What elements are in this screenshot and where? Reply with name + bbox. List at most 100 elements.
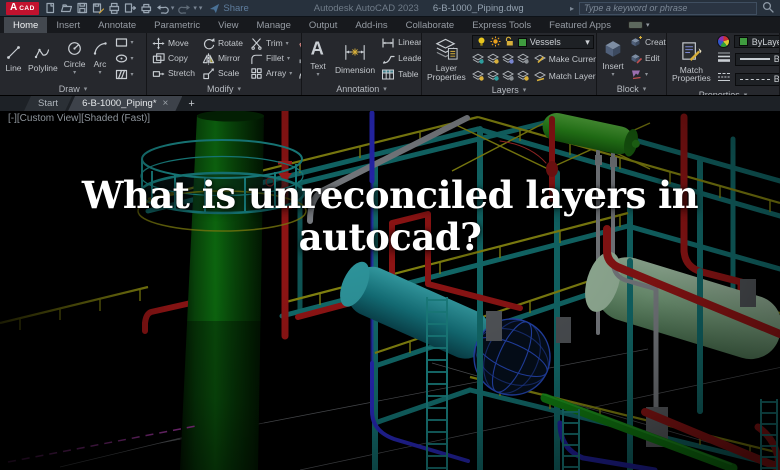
insert-block-icon bbox=[602, 37, 624, 61]
scale-button[interactable]: Scale bbox=[202, 66, 243, 80]
edit-block-button[interactable]: Edit bbox=[630, 51, 666, 65]
leader-button[interactable]: Leader▾ bbox=[381, 51, 421, 65]
circle-button[interactable]: Circle ▾ bbox=[64, 40, 86, 76]
trim-button[interactable]: Trim ▾ bbox=[250, 36, 292, 50]
make-current-button[interactable]: Make Current bbox=[533, 52, 596, 66]
print-icon[interactable] bbox=[140, 2, 152, 14]
linetype-dropdown[interactable]: ByLayer bbox=[734, 72, 779, 86]
layer-state-icon-1[interactable] bbox=[471, 52, 484, 66]
match-layer-button[interactable]: Match Layer bbox=[533, 69, 596, 83]
svg-text:A: A bbox=[311, 38, 324, 59]
tab-collaborate[interactable]: Collaborate bbox=[397, 17, 464, 33]
insert-block-button[interactable]: Insert ▾ bbox=[602, 37, 624, 78]
match-properties-icon bbox=[680, 40, 703, 65]
export-icon[interactable] bbox=[124, 2, 136, 14]
redo-button[interactable] bbox=[178, 2, 191, 14]
tab-insert[interactable]: Insert bbox=[47, 17, 89, 33]
new-file-icon[interactable] bbox=[44, 2, 56, 14]
match-properties-button[interactable]: Match Properties bbox=[672, 40, 711, 84]
mirror-button[interactable]: Mirror bbox=[202, 51, 243, 65]
move-button[interactable]: Move bbox=[152, 36, 195, 50]
leader-icon bbox=[383, 55, 395, 64]
create-block-button[interactable]: Create bbox=[630, 35, 666, 49]
layer-state-icon-2[interactable] bbox=[486, 52, 499, 66]
block-attributes-button[interactable]: ▾ bbox=[630, 67, 666, 81]
share-plane-icon bbox=[210, 3, 220, 13]
rectangle-button[interactable]: ▾ bbox=[115, 35, 134, 49]
tab-featured-apps[interactable]: Featured Apps bbox=[540, 17, 620, 33]
save-as-icon[interactable] bbox=[92, 2, 104, 14]
close-tab-icon[interactable]: × bbox=[163, 98, 169, 109]
layer-properties-icon bbox=[434, 36, 459, 63]
tab-add-ins[interactable]: Add-ins bbox=[346, 17, 396, 33]
array-icon bbox=[251, 67, 262, 79]
layer-unlock-icon bbox=[504, 36, 515, 49]
layer-state-icon-7[interactable] bbox=[501, 69, 514, 83]
table-button[interactable]: Table bbox=[381, 67, 421, 81]
panel-label-block[interactable]: Block ▾ bbox=[597, 83, 666, 95]
layer-state-icon-5[interactable] bbox=[471, 69, 484, 83]
layer-properties-button[interactable]: Layer Properties bbox=[427, 36, 466, 82]
object-color-dropdown[interactable]: ByLayer ▾ bbox=[733, 35, 779, 48]
qat-customize-button[interactable]: ▾ bbox=[199, 4, 203, 12]
match-layer-icon bbox=[533, 71, 546, 82]
text-button[interactable]: A Text ▾ bbox=[307, 37, 329, 78]
redo-caret-icon[interactable]: ▾ bbox=[193, 4, 197, 12]
fillet-button[interactable]: Fillet ▾ bbox=[250, 51, 292, 65]
panel-label-modify[interactable]: Modify ▾ bbox=[147, 83, 301, 95]
hatch-icon bbox=[115, 69, 127, 79]
lineweight-dropdown[interactable]: ByLayer bbox=[734, 52, 779, 66]
hatch-button[interactable]: ▾ bbox=[115, 67, 134, 81]
ribbon-display-button[interactable]: ▾ bbox=[620, 17, 658, 33]
undo-caret-icon[interactable]: ▾ bbox=[171, 4, 175, 12]
layer-state-icon-8[interactable] bbox=[516, 69, 529, 83]
tab-express-tools[interactable]: Express Tools bbox=[463, 17, 540, 33]
edit-block-icon bbox=[631, 54, 642, 64]
make-current-icon bbox=[533, 54, 546, 64]
panel-label-layers[interactable]: Layers ▾ bbox=[422, 85, 596, 95]
arc-button[interactable]: Arc ▾ bbox=[92, 40, 109, 76]
plot-icon[interactable] bbox=[108, 2, 120, 14]
panel-label-draw[interactable]: Draw ▾ bbox=[0, 83, 146, 95]
panel-label-properties[interactable]: Properties▾ bbox=[667, 90, 779, 95]
tab-annotate[interactable]: Annotate bbox=[89, 17, 145, 33]
array-button[interactable]: Array ▾ bbox=[250, 66, 292, 80]
search-box bbox=[579, 1, 757, 15]
search-prev-icon[interactable]: ▸ bbox=[570, 4, 574, 13]
layer-state-icon-3[interactable] bbox=[501, 52, 514, 66]
line-button[interactable]: Line bbox=[5, 44, 22, 73]
app-menu-button[interactable]: A CAD bbox=[6, 1, 39, 15]
drawing-viewport[interactable]: [-][Custom View][Shaded (Fast)] What is … bbox=[0, 111, 780, 470]
undo-button[interactable] bbox=[156, 2, 169, 14]
rotate-button[interactable]: Rotate bbox=[202, 36, 243, 50]
search-icon[interactable] bbox=[762, 1, 774, 16]
linear-dimension-button[interactable]: Linear▾ bbox=[381, 35, 421, 49]
open-file-icon[interactable] bbox=[60, 2, 72, 14]
copy-button[interactable]: Copy bbox=[152, 51, 195, 65]
tab-view[interactable]: View bbox=[209, 17, 247, 33]
share-button[interactable]: Share bbox=[209, 3, 249, 14]
layer-dropdown[interactable]: Vessels ▾ bbox=[471, 35, 594, 49]
file-tab-document[interactable]: 6-B-1000_Piping* × bbox=[68, 96, 182, 111]
search-input[interactable] bbox=[584, 3, 752, 13]
line-icon bbox=[5, 44, 22, 63]
linetype-icon bbox=[717, 70, 731, 88]
polyline-button[interactable]: Polyline bbox=[28, 44, 58, 73]
tab-parametric[interactable]: Parametric bbox=[145, 17, 209, 33]
layer-on-icon bbox=[476, 36, 487, 49]
tab-manage[interactable]: Manage bbox=[248, 17, 300, 33]
save-icon[interactable] bbox=[76, 2, 88, 14]
dimension-button[interactable]: Dimension bbox=[335, 41, 375, 75]
tab-output[interactable]: Output bbox=[300, 17, 347, 33]
new-tab-button[interactable]: + bbox=[178, 96, 204, 111]
ellipse-button[interactable]: ▾ bbox=[115, 51, 134, 65]
tab-home[interactable]: Home bbox=[4, 17, 48, 33]
panel-label-annotation[interactable]: Annotation ▾ bbox=[302, 83, 421, 95]
layer-state-icon-6[interactable] bbox=[486, 69, 499, 83]
create-block-icon bbox=[631, 36, 642, 47]
polyline-icon bbox=[34, 44, 51, 63]
layer-state-icon-4[interactable] bbox=[516, 52, 529, 66]
file-tab-start[interactable]: Start bbox=[24, 96, 72, 111]
viewport-controls[interactable]: [-][Custom View][Shaded (Fast)] bbox=[8, 113, 150, 124]
stretch-button[interactable]: Stretch bbox=[152, 66, 195, 80]
